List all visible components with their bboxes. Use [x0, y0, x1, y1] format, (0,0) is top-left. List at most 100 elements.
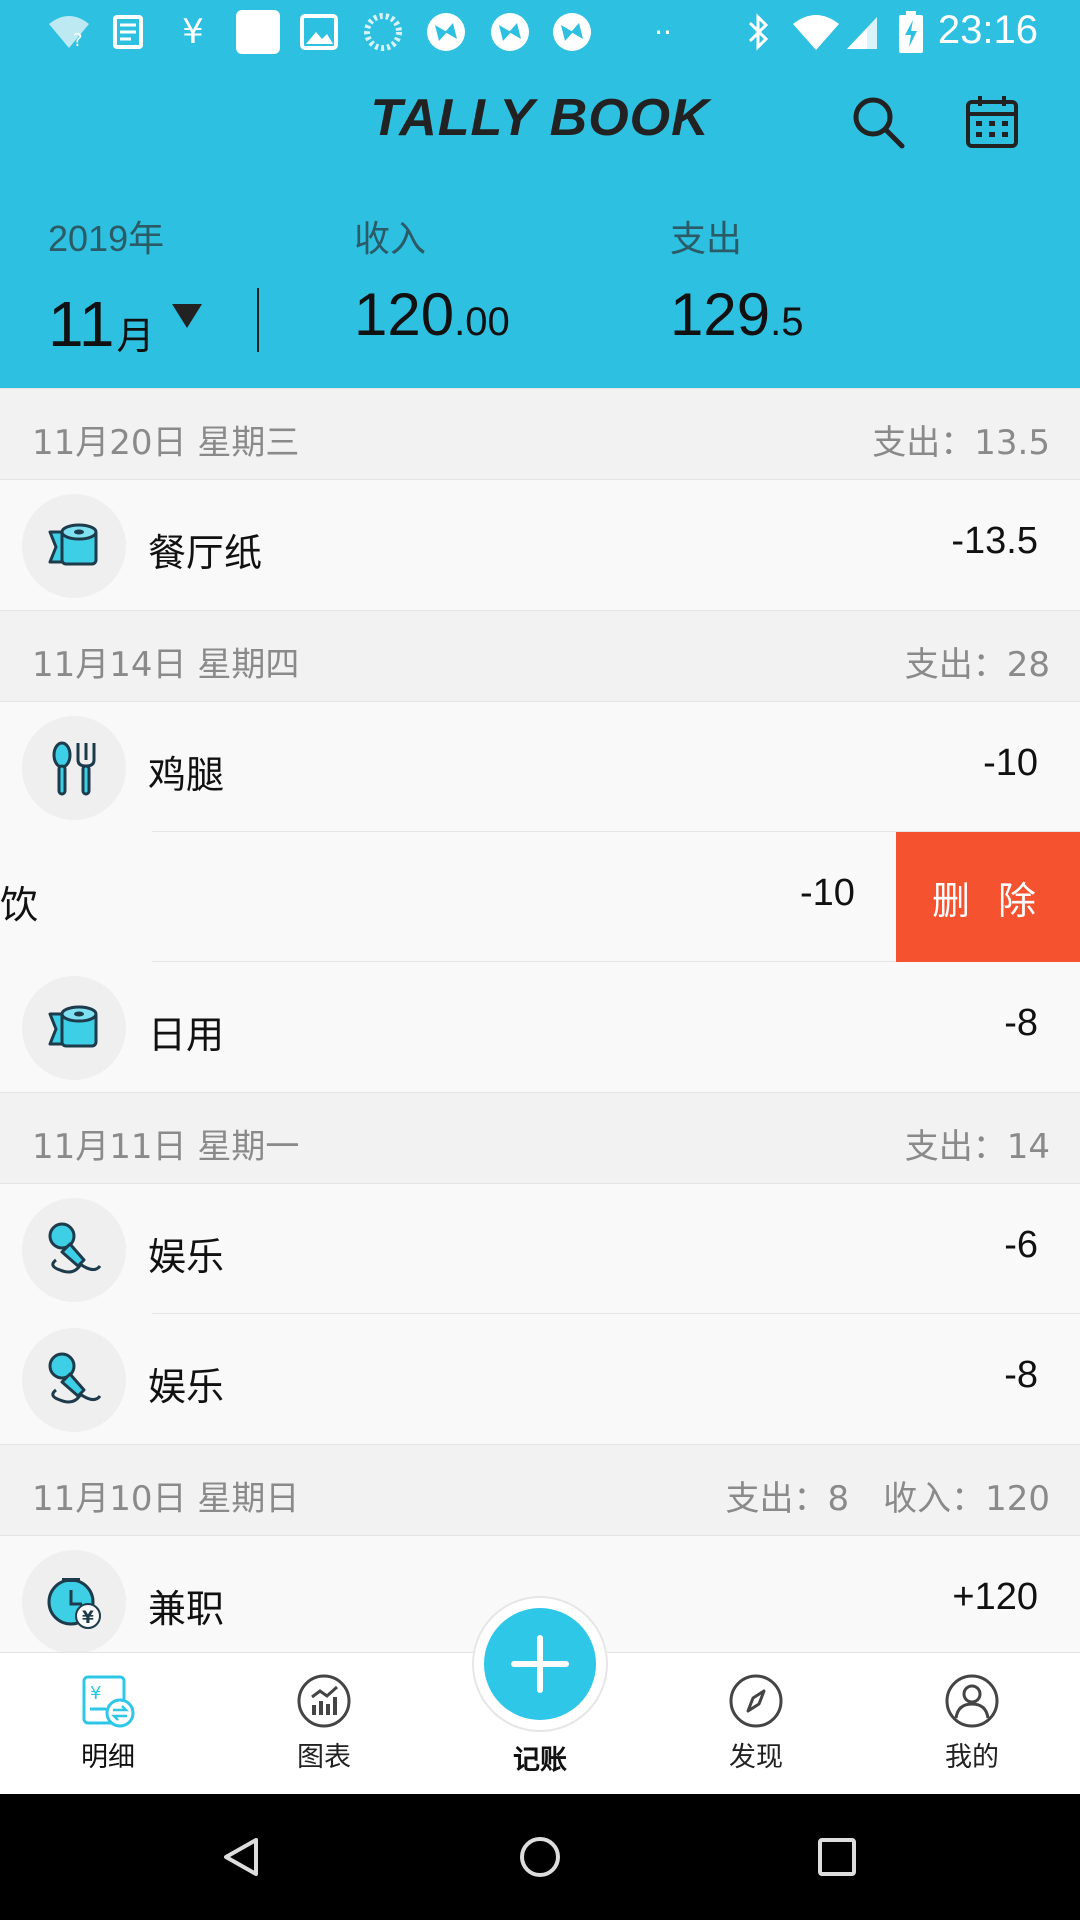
summary-divider [257, 288, 259, 352]
day-expense-total: 支出：28 [904, 645, 1050, 685]
day-date: 11月11日 星期一 [32, 1127, 300, 1167]
nav-label: 发现 [729, 1742, 783, 1773]
more-dots-icon: ·· [654, 15, 672, 49]
add-record-button[interactable] [484, 1608, 596, 1720]
microphone-icon [48, 1352, 102, 1404]
yen-icon: ¥ [182, 12, 204, 52]
svg-text:¥: ¥ [90, 1683, 101, 1704]
svg-text:?: ? [73, 30, 83, 50]
app-icon [488, 10, 532, 54]
income-total-dec: .00 [454, 300, 510, 344]
nav-item-chart[interactable]: 图表 [254, 1673, 394, 1774]
income-total-int: 120 [354, 281, 455, 348]
app-icon [424, 10, 468, 54]
day-expense-total: 支出：13.5 [872, 423, 1050, 463]
recents-button[interactable] [804, 1824, 870, 1890]
nav-item-profile[interactable]: 我的 [902, 1673, 1042, 1774]
transaction-row[interactable]: 日用 -8 [0, 962, 1080, 1092]
transaction-row[interactable]: 娱乐 -8 [0, 1314, 1080, 1444]
day-totals: 支出：8 收入：120 [725, 1471, 1050, 1520]
app-title: TALLY BOOK [370, 89, 710, 147]
day-totals: 支出：13.5 [872, 415, 1050, 464]
expense-total: 129.5 [670, 285, 803, 345]
income-label: 收入 [354, 218, 427, 259]
transaction-row[interactable]: 餐厅纸 -13.5 [0, 480, 1080, 610]
back-button[interactable] [208, 1824, 274, 1890]
year-label: 2019年 [48, 218, 165, 259]
category-avatar [22, 1198, 126, 1302]
day-date: 11月14日 星期四 [32, 645, 300, 685]
battery-charging-icon [898, 10, 924, 54]
transaction-name: 餐厅纸 [148, 531, 263, 575]
image-icon [298, 10, 340, 54]
day-header: 11月10日 星期日 支出：8 收入：120 [0, 1444, 1080, 1536]
transaction-amount: -10 [800, 872, 855, 914]
tissue-roll-icon [48, 523, 98, 566]
bluetooth-icon [744, 10, 774, 54]
expense-total-int: 129 [670, 281, 771, 348]
news-icon [108, 10, 148, 54]
transaction-amount: +120 [952, 1576, 1038, 1618]
transaction-row[interactable]: 娱乐 -6 [0, 1184, 1080, 1314]
signal-icon [844, 10, 880, 54]
home-circle-icon [520, 1837, 560, 1877]
compass-icon [729, 1674, 783, 1728]
header-area: ? ¥ ·· 23:16 TALLY BOOK 2019年 11 月 收入 12… [0, 0, 1080, 388]
nav-label: 图表 [297, 1742, 351, 1773]
income-total: 120.00 [354, 285, 510, 345]
search-button[interactable] [846, 90, 910, 154]
home-button[interactable] [507, 1824, 573, 1890]
profile-icon [945, 1674, 999, 1728]
recents-square-icon [818, 1838, 856, 1876]
spoon-fork-icon [52, 741, 96, 796]
category-avatar [22, 716, 126, 820]
day-income-total: 收入：120 [883, 1479, 1050, 1519]
square-icon [236, 10, 280, 54]
nav-label: 记账 [513, 1745, 567, 1776]
loading-icon [362, 10, 404, 54]
status-time: 23:16 [937, 8, 1038, 52]
tissue-roll-icon [48, 1005, 98, 1048]
wifi-question-icon: ? [44, 10, 94, 54]
app-icon [550, 10, 594, 54]
transaction-amount: -8 [1004, 1002, 1038, 1044]
delete-button[interactable]: 删 除 [896, 832, 1080, 962]
wifi-icon [790, 10, 842, 54]
caret-down-icon [172, 304, 203, 328]
nav-item-detail[interactable]: ¥ 明细 [38, 1673, 178, 1774]
day-header: 11月11日 星期一 支出：14 [0, 1092, 1080, 1184]
month-selector[interactable]: 11 月 [48, 292, 203, 356]
category-avatar: ¥ [22, 1550, 126, 1652]
clock-yen-icon: ¥ [47, 1578, 101, 1629]
transaction-name: 日用 [148, 1013, 225, 1057]
detail-icon: ¥ [82, 1675, 135, 1728]
transaction-amount: -6 [1004, 1224, 1038, 1266]
expense-label: 支出 [670, 218, 743, 259]
transaction-name: 娱乐 [148, 1365, 225, 1409]
day-expense-total: 支出：14 [904, 1127, 1050, 1167]
microphone-icon [48, 1222, 102, 1274]
status-bar: ? ¥ ·· 23:16 [0, 0, 1080, 64]
transaction-amount: -8 [1004, 1354, 1038, 1396]
transaction-name: 兼职 [148, 1587, 225, 1631]
category-avatar [22, 1328, 126, 1432]
nav-item-discover[interactable]: 发现 [686, 1673, 826, 1774]
swiped-transaction-row[interactable]: 饮 -10 删 除 [0, 832, 1080, 962]
day-expense-total: 支出：8 [725, 1479, 850, 1519]
category-avatar [22, 494, 126, 598]
chart-icon [297, 1674, 351, 1728]
transaction-name: 娱乐 [148, 1235, 225, 1279]
svg-text:¥: ¥ [82, 1608, 94, 1628]
transaction-amount: -13.5 [951, 520, 1038, 562]
transaction-list[interactable]: 11月20日 星期三 支出：13.5 餐厅纸 -13.5 11月14日 星期四 … [0, 388, 1080, 1652]
day-date: 11月10日 星期日 [32, 1479, 300, 1519]
nav-label: 明细 [81, 1742, 135, 1773]
expense-total-dec: .5 [770, 300, 804, 344]
transaction-row[interactable]: 鸡腿 -10 [0, 702, 1080, 832]
calendar-button[interactable] [960, 90, 1024, 154]
day-header: 11月20日 星期三 支出：13.5 [0, 388, 1080, 480]
search-icon [853, 97, 905, 149]
day-totals: 支出：14 [905, 1119, 1050, 1168]
transaction-amount: -10 [983, 742, 1038, 784]
transaction-name: 鸡腿 [148, 753, 225, 797]
